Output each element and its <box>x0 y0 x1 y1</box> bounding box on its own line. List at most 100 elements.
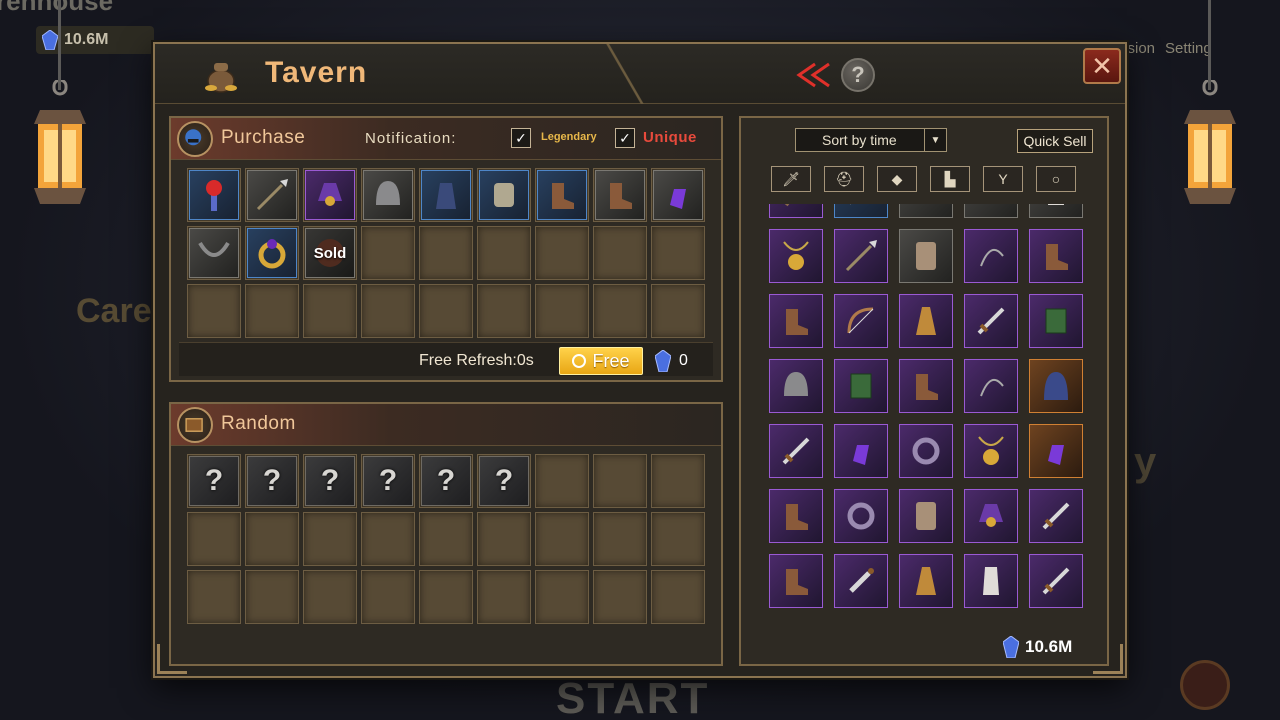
purple-amulet-icon[interactable] <box>834 424 888 478</box>
shop-slot[interactable] <box>187 284 241 338</box>
chest-armor-icon[interactable] <box>479 170 529 220</box>
purple-amulet-icon[interactable] <box>653 170 703 220</box>
random-slot[interactable] <box>245 570 299 624</box>
mystery-item-icon[interactable]: ? <box>247 456 297 506</box>
random-slot[interactable] <box>593 570 647 624</box>
quick-sell-button[interactable]: Quick Sell <box>1017 129 1093 153</box>
shop-slot[interactable] <box>187 168 241 222</box>
shop-slot[interactable] <box>593 168 647 222</box>
bow-icon[interactable] <box>834 294 888 348</box>
helmet-filter-icon[interactable]: ⛑ <box>824 166 864 192</box>
shop-slot[interactable] <box>593 284 647 338</box>
shop-slot[interactable] <box>303 284 357 338</box>
green-book-icon[interactable] <box>1029 294 1083 348</box>
blue-hood-icon[interactable] <box>1029 359 1083 413</box>
spear-icon[interactable] <box>834 229 888 283</box>
knight-helmet-icon[interactable] <box>363 170 413 220</box>
shop-slot[interactable] <box>651 284 705 338</box>
shop-slot[interactable] <box>245 284 299 338</box>
shop-slot[interactable] <box>535 226 589 280</box>
shop-slot[interactable] <box>245 226 299 280</box>
random-slot[interactable] <box>477 512 531 566</box>
shop-slot[interactable] <box>361 226 415 280</box>
random-slot[interactable] <box>419 512 473 566</box>
ring-filter-icon[interactable]: ○ <box>1036 166 1076 192</box>
close-button[interactable]: ✕ <box>1083 48 1121 84</box>
random-slot[interactable] <box>593 454 647 508</box>
boots-filter-icon[interactable]: ▙ <box>930 166 970 192</box>
shop-slot[interactable] <box>477 226 531 280</box>
random-slot[interactable] <box>303 570 357 624</box>
hooded-cloak-icon[interactable] <box>421 170 471 220</box>
random-slot[interactable] <box>245 512 299 566</box>
mystery-item-icon[interactable]: ? <box>363 456 413 506</box>
bow-icon[interactable] <box>899 204 953 218</box>
random-slot[interactable] <box>593 512 647 566</box>
sword-icon[interactable] <box>834 204 888 218</box>
whip-icon[interactable] <box>964 359 1018 413</box>
dagger-icon[interactable] <box>834 554 888 608</box>
shop-slot[interactable] <box>303 168 357 222</box>
mystery-item-icon[interactable]: ? <box>305 456 355 506</box>
random-slot[interactable] <box>535 512 589 566</box>
random-slot[interactable]: ? <box>361 454 415 508</box>
random-slot[interactable] <box>187 512 241 566</box>
mystery-item-icon[interactable]: ? <box>479 456 529 506</box>
sword-icon[interactable] <box>964 294 1018 348</box>
random-slot[interactable]: ? <box>187 454 241 508</box>
sort-dropdown[interactable]: Sort by time ▼ <box>795 128 947 152</box>
random-slot[interactable]: ? <box>419 454 473 508</box>
legendary-checkbox[interactable]: ✓ <box>511 128 531 148</box>
random-slot[interactable] <box>535 454 589 508</box>
torch-icon[interactable] <box>189 170 239 220</box>
iron-boots-icon[interactable] <box>769 489 823 543</box>
random-slot[interactable] <box>651 454 705 508</box>
necklace-filter-icon[interactable]: Y <box>983 166 1023 192</box>
random-slot[interactable] <box>477 570 531 624</box>
random-slot[interactable] <box>361 512 415 566</box>
sword-icon[interactable] <box>769 424 823 478</box>
leather-boots-icon[interactable] <box>1029 229 1083 283</box>
shop-slot[interactable] <box>535 284 589 338</box>
cape-icon[interactable] <box>899 294 953 348</box>
shop-slot[interactable] <box>535 168 589 222</box>
whip-icon[interactable] <box>964 229 1018 283</box>
free-refresh-button[interactable]: Free <box>559 347 643 375</box>
shop-slot[interactable] <box>361 168 415 222</box>
spear-icon[interactable] <box>247 170 297 220</box>
armor-filter-icon[interactable]: ◆ <box>877 166 917 192</box>
sword-icon[interactable] <box>1029 554 1083 608</box>
unique-checkbox[interactable]: ✓ <box>615 128 635 148</box>
shop-slot[interactable] <box>419 284 473 338</box>
random-slot[interactable] <box>187 570 241 624</box>
chainmail-icon[interactable] <box>899 489 953 543</box>
gold-amulet-icon[interactable] <box>964 424 1018 478</box>
purple-ring-icon[interactable] <box>834 489 888 543</box>
sword-icon[interactable] <box>1029 489 1083 543</box>
red-boots-icon[interactable] <box>595 170 645 220</box>
shop-slot[interactable] <box>477 168 531 222</box>
random-slot[interactable] <box>535 570 589 624</box>
random-slot[interactable] <box>651 512 705 566</box>
stone-necklace-icon[interactable] <box>189 228 239 278</box>
robe-icon[interactable] <box>1029 204 1083 218</box>
shop-slot[interactable] <box>419 168 473 222</box>
robe-icon[interactable] <box>964 554 1018 608</box>
random-slot[interactable] <box>361 570 415 624</box>
gold-amulet-icon[interactable] <box>769 229 823 283</box>
green-book-icon[interactable] <box>834 359 888 413</box>
shop-slot[interactable] <box>361 284 415 338</box>
help-button[interactable]: ? <box>841 58 875 92</box>
shop-slot[interactable] <box>651 168 705 222</box>
leather-boots-icon[interactable] <box>769 294 823 348</box>
shop-slot[interactable]: Sold <box>303 226 357 280</box>
staff-icon[interactable] <box>769 204 823 218</box>
random-slot[interactable] <box>651 570 705 624</box>
cape-icon[interactable] <box>899 554 953 608</box>
random-slot[interactable]: ? <box>303 454 357 508</box>
wizard-hat-icon[interactable] <box>305 170 355 220</box>
chainmail-icon[interactable] <box>899 229 953 283</box>
inventory-grid[interactable] <box>761 204 1093 624</box>
shop-slot[interactable] <box>651 226 705 280</box>
sold-item-icon[interactable]: Sold <box>305 228 355 278</box>
